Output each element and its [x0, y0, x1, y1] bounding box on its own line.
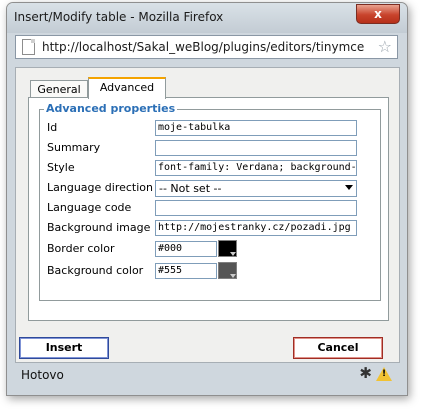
bug-icon[interactable]: ✱ — [359, 364, 372, 382]
language-direction-value: -- Not set -- — [159, 182, 222, 195]
id-input[interactable]: moje-tabulka — [155, 120, 357, 136]
summary-input[interactable] — [155, 140, 357, 156]
star-icon[interactable]: ☆ — [378, 37, 392, 56]
address-bar[interactable]: http://localhost/Sakal_weBlog/plugins/ed… — [15, 35, 398, 59]
language-direction-select[interactable]: -- Not set -- — [155, 180, 357, 197]
background-color-input[interactable]: #555 — [155, 263, 217, 279]
background-image-input[interactable]: http://mojestranky.cz/pozadi.jpg — [155, 220, 357, 236]
summary-label: Summary — [47, 141, 101, 154]
fieldset-legend: Advanced properties — [44, 102, 178, 115]
border-color-swatch[interactable] — [218, 240, 237, 257]
swatch-dropdown-icon — [230, 274, 236, 278]
dialog-content: General Advanced Advanced properties Id … — [15, 67, 400, 363]
background-color-swatch[interactable] — [218, 262, 237, 279]
firefox-window: Insert/Modify table - Mozilla Firefox x … — [6, 2, 408, 396]
background-color-label: Background color — [47, 264, 144, 277]
page-icon — [22, 39, 35, 55]
language-code-input[interactable] — [155, 200, 357, 216]
status-text: Hotovo — [21, 368, 64, 382]
style-label: Style — [47, 161, 75, 174]
border-color-label: Border color — [47, 242, 115, 255]
warning-icon[interactable] — [376, 367, 392, 381]
advanced-properties-fieldset: Advanced properties Id moje-tabulka Summ… — [39, 102, 381, 301]
chevron-down-icon[interactable] — [345, 185, 353, 190]
close-button[interactable]: x — [356, 4, 400, 24]
tab-general[interactable]: General — [30, 80, 88, 98]
id-label: Id — [47, 121, 58, 134]
window-title: Insert/Modify table - Mozilla Firefox — [14, 10, 224, 24]
address-bar-area: http://localhost/Sakal_weBlog/plugins/ed… — [15, 35, 398, 61]
status-bar: Hotovo ✱ — [15, 363, 398, 387]
style-input[interactable]: font-family: Verdana; background-i — [155, 160, 357, 176]
url-text[interactable]: http://localhost/Sakal_weBlog/plugins/ed… — [42, 40, 364, 54]
advanced-panel: Advanced properties Id moje-tabulka Summ… — [28, 97, 389, 321]
tab-advanced[interactable]: Advanced — [88, 77, 166, 99]
language-code-label: Language code — [47, 201, 132, 214]
background-image-label: Background image — [47, 221, 151, 234]
insert-button[interactable]: Insert — [19, 337, 109, 359]
border-color-input[interactable]: #000 — [155, 241, 217, 257]
title-bar: Insert/Modify table - Mozilla Firefox x — [7, 3, 407, 33]
cancel-button[interactable]: Cancel — [293, 337, 383, 359]
swatch-dropdown-icon — [230, 252, 236, 256]
language-direction-label: Language direction — [47, 181, 153, 194]
